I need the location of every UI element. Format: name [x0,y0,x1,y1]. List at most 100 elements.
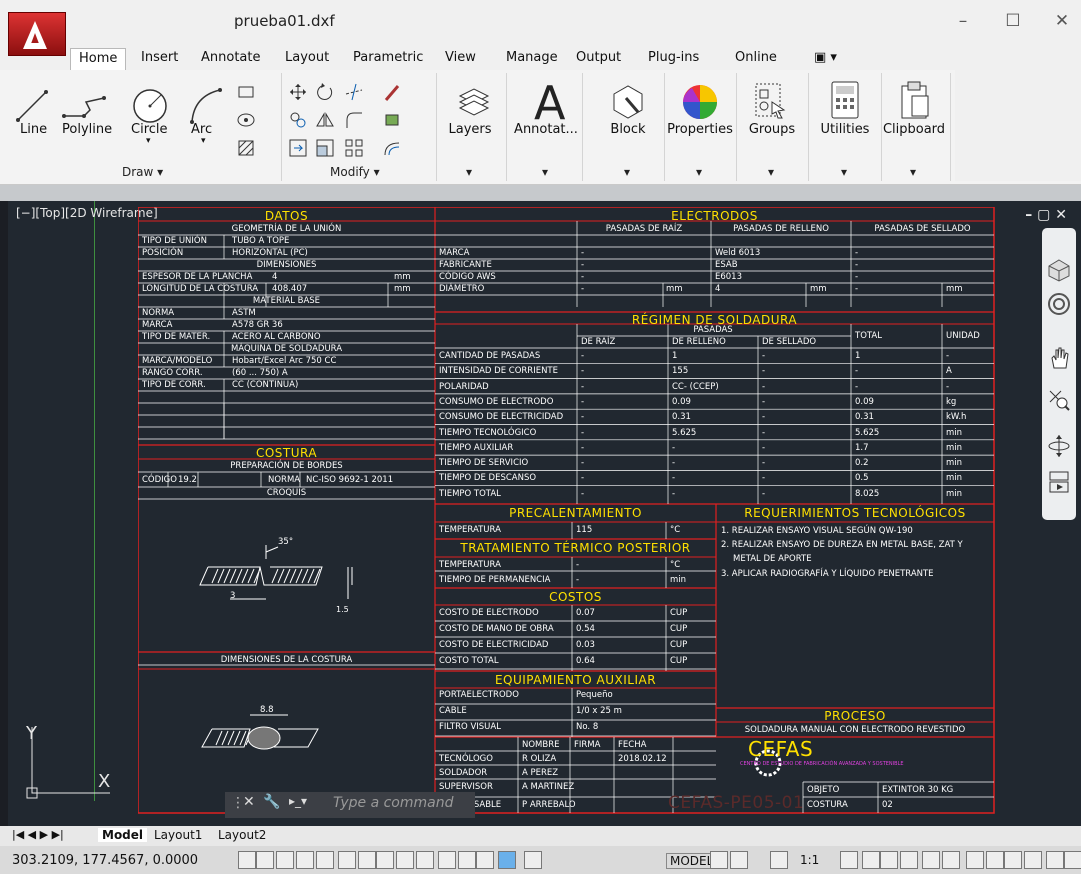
annotation-tool[interactable]: Annotat... [512,122,580,137]
status-toggle-icon[interactable] [458,851,476,869]
close-cmd-icon[interactable]: ✕ [243,794,255,810]
clipboard-tool[interactable]: Clipboard [880,122,948,137]
tab-parametric[interactable]: Parametric [345,48,431,70]
layout-nav-arrows[interactable]: |◀ ◀ ▶ ▶| [12,828,64,841]
groups-tool[interactable]: Groups [738,122,806,137]
tab-insert[interactable]: Insert [133,48,186,70]
properties-icon[interactable] [680,82,720,122]
clipboard-dropdown-icon[interactable]: ▾ [910,165,916,179]
stretch-icon[interactable] [288,138,308,158]
status-toggle-icon[interactable] [1024,851,1042,869]
polyline-icon[interactable] [60,88,108,124]
utilities-tool[interactable]: Utilities [811,122,879,137]
utilities-icon[interactable] [830,80,860,120]
tab-manage[interactable]: Manage [498,48,566,70]
tab-home[interactable]: Home [70,48,127,70]
groups-dropdown-icon[interactable]: ▾ [768,165,774,179]
status-toggle-icon[interactable] [358,851,376,869]
block-dropdown-icon[interactable]: ▾ [624,165,630,179]
status-toggle-icon[interactable] [416,851,434,869]
status-toggle-icon[interactable] [862,851,880,869]
customize-icon[interactable]: 🔧 [263,794,280,810]
status-toggle-icon[interactable] [338,851,356,869]
status-toggle-icon[interactable] [710,851,728,869]
tab-layout[interactable]: Layout [277,48,337,70]
line-tool[interactable]: Line [20,122,47,137]
status-toggle-icon[interactable] [840,851,858,869]
recent-commands-icon[interactable]: ▸_▾ [289,794,307,808]
tab-output[interactable]: Output [568,48,629,70]
offset-icon[interactable] [382,138,402,158]
tab-online[interactable]: Online [727,48,785,70]
status-toggle-icon[interactable] [730,851,748,869]
extra-tab-icon[interactable]: ▣ ▾ [806,48,845,70]
circle-tool[interactable]: Circle [131,122,168,137]
viewcube-icon[interactable] [1047,292,1071,316]
modify-panel-title[interactable]: Modify ▾ [330,165,380,179]
viewport-window-controls[interactable]: – ▢ ✕ [1025,207,1067,223]
mirror-icon[interactable] [315,110,335,130]
status-toggle-icon[interactable] [880,851,898,869]
layers-icon[interactable] [456,84,492,120]
status-toggle-icon[interactable] [476,851,494,869]
orbit-icon[interactable] [1047,434,1071,458]
utilities-dropdown-icon[interactable]: ▾ [841,165,847,179]
layout2-tab[interactable]: Layout2 [214,828,270,842]
status-toggle-icon[interactable] [524,851,542,869]
status-toggle-icon[interactable] [498,851,516,869]
status-toggle-icon[interactable] [900,851,918,869]
status-toggle-icon[interactable] [966,851,984,869]
status-toggle-icon[interactable] [1064,851,1081,869]
annotation-dropdown-icon[interactable]: ▾ [542,165,548,179]
circle-icon[interactable] [130,86,170,126]
polyline-tool[interactable]: Polyline [62,122,112,137]
layers-tool[interactable]: Layers [436,122,504,137]
status-toggle-icon[interactable] [276,851,294,869]
gradient-icon[interactable] [236,138,256,158]
pan-icon[interactable] [1047,346,1071,370]
status-toggle-icon[interactable] [376,851,394,869]
arc-icon[interactable] [186,86,226,126]
status-toggle-icon[interactable] [316,851,334,869]
rectangle-icon[interactable] [236,82,256,102]
showmotion-icon[interactable] [1047,470,1071,494]
layout1-tab[interactable]: Layout1 [150,828,206,842]
line-icon[interactable] [14,88,50,124]
draw-panel-title[interactable]: Draw ▾ [122,165,163,179]
arc-tool[interactable]: Arc [191,122,212,137]
explode-icon[interactable] [382,110,402,130]
block-icon[interactable] [608,82,648,122]
fillet-icon[interactable] [344,110,364,130]
block-tool[interactable]: Block [594,122,662,137]
zoom-extents-icon[interactable] [1047,388,1071,412]
status-toggle-icon[interactable] [396,851,414,869]
array-icon[interactable] [344,138,364,158]
steering-wheel-icon[interactable] [1047,258,1071,282]
layers-dropdown-icon[interactable]: ▾ [466,165,472,179]
command-line[interactable]: ⋮ ✕ 🔧 ▸_▾ Type a command [225,792,475,818]
erase-icon[interactable] [382,82,402,102]
app-menu-button[interactable] [8,12,66,56]
properties-tool[interactable]: Properties [666,122,734,137]
navigation-bar[interactable] [1042,228,1076,520]
move-icon[interactable] [288,82,308,102]
status-toggle-icon[interactable] [1004,851,1022,869]
status-toggle-icon[interactable] [942,851,960,869]
drawing-viewport[interactable]: [−][Top][2D Wireframe] – ▢ ✕ Y X DATOS EL… [8,201,1081,826]
minimize-button[interactable]: – [948,8,978,34]
clipboard-icon[interactable] [898,80,932,120]
status-toggle-icon[interactable] [296,851,314,869]
copy-icon[interactable] [288,110,308,130]
status-toggle-icon[interactable] [256,851,274,869]
rotate-icon[interactable] [315,82,335,102]
maximize-button[interactable]: ☐ [998,8,1028,34]
status-toggle-icon[interactable] [986,851,1004,869]
tab-plugins[interactable]: Plug-ins [640,48,707,70]
trim-icon[interactable] [344,82,364,102]
status-toggle-icon[interactable] [922,851,940,869]
viewport-controls-label[interactable]: [−][Top][2D Wireframe] [16,206,158,220]
scale-icon[interactable] [315,138,335,158]
model-tab[interactable]: Model [98,828,148,842]
command-input[interactable]: Type a command [333,795,453,811]
hatch-icon[interactable] [236,110,256,130]
